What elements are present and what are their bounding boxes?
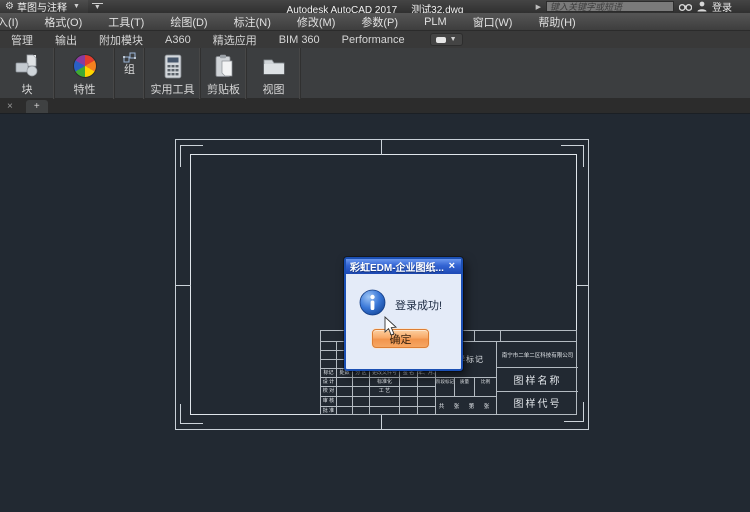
search-arrow-icon[interactable]: ▶ <box>536 3 541 11</box>
drawing-code-cell: 图样代号 <box>497 392 578 413</box>
workspace-switcher[interactable]: ⚙ 草图与注释 ▼ <box>0 0 88 13</box>
panel-views-button[interactable]: 视图 <box>247 48 301 99</box>
tab-addins[interactable]: 附加模块 <box>88 32 154 48</box>
menu-dimension[interactable]: 标注(N) <box>221 14 284 30</box>
frame-tick-top <box>381 139 382 155</box>
frame-tick-right <box>576 285 589 286</box>
file-tab-close-button[interactable]: × <box>0 100 20 113</box>
col-header: 标记 <box>321 369 337 378</box>
corner-mark-tr <box>561 145 584 167</box>
frame-tick-bottom <box>381 414 382 430</box>
row-label: 校 对 <box>321 387 337 397</box>
mass-label: 质量 <box>455 378 475 396</box>
panel-label: 组 <box>124 64 135 76</box>
calculator-icon <box>145 48 200 84</box>
menu-tools[interactable]: 工具(T) <box>95 14 157 30</box>
tab-manage[interactable]: 管理 <box>0 32 44 48</box>
menu-modify[interactable]: 修改(M) <box>284 14 349 30</box>
panel-label: 实用工具 <box>151 84 195 96</box>
menu-bar: 插入(I) 格式(O) 工具(T) 绘图(D) 标注(N) 修改(M) 参数(P… <box>0 13 750 31</box>
color-wheel-icon <box>55 48 114 84</box>
workspace-label: 草图与注释 <box>17 0 67 14</box>
tab-output[interactable]: 输出 <box>44 32 88 48</box>
dialog-title-bar[interactable]: 彩虹EDM-企业图纸... × <box>346 259 461 274</box>
panel-block-button[interactable]: 块 <box>0 48 55 99</box>
title-bar: ⚙ 草图与注释 ▼ ▼ Autodesk AutoCAD 2017测试32.dw… <box>0 0 750 13</box>
panel-label: 块 <box>22 84 33 96</box>
ribbon-display-toggle[interactable]: ▼ <box>430 33 463 46</box>
view-folder-icon <box>247 48 300 84</box>
menu-insert[interactable]: 插入(I) <box>0 14 31 30</box>
ribbon-state-icon <box>436 37 446 43</box>
menu-draw[interactable]: 绘图(D) <box>157 14 220 30</box>
chevron-down-icon: ▼ <box>450 36 457 43</box>
menu-format[interactable]: 格式(O) <box>31 14 95 30</box>
panel-utilities-button[interactable]: 实用工具 <box>145 48 201 99</box>
panel-properties-button[interactable]: 特性 <box>55 48 115 99</box>
row-label: 审 核 <box>321 397 337 407</box>
title-block-right: 南宁市二单二区科技有限公司 图样名称 图样代号 <box>496 342 578 415</box>
company-name-cell: 南宁市二单二区科技有限公司 <box>497 342 578 368</box>
user-icon <box>697 1 707 12</box>
binoculars-icon[interactable] <box>679 2 692 11</box>
scale-label: 比例 <box>475 378 496 396</box>
tab-performance[interactable]: Performance <box>331 34 416 46</box>
ribbon-tab-bar: 管理 输出 附加模块 A360 精选应用 BIM 360 Performance… <box>0 31 750 48</box>
chevron-down-icon: ▼ <box>70 3 83 10</box>
mouse-cursor <box>384 316 398 342</box>
group-icon <box>115 51 144 64</box>
corner-mark-tl <box>180 145 203 167</box>
menu-plm[interactable]: PLM <box>411 16 460 28</box>
row-label: 批 准 <box>321 407 337 415</box>
corner-mark-bl <box>180 404 203 424</box>
close-icon[interactable]: × <box>447 260 457 273</box>
menu-window[interactable]: 窗口(W) <box>460 14 526 30</box>
row-label: 设 计 <box>321 378 337 387</box>
panel-label: 视图 <box>263 84 285 96</box>
dialog-message: 登录成功! <box>395 297 442 313</box>
tab-featured-apps[interactable]: 精选应用 <box>202 32 268 48</box>
panel-label: 剪贴板 <box>207 84 240 96</box>
clipboard-icon <box>201 48 246 84</box>
drawing-name-cell: 图样名称 <box>497 368 578 392</box>
ok-button[interactable]: 确定 <box>372 329 429 348</box>
infocenter: ▶ 登录 <box>536 0 732 13</box>
tab-a360[interactable]: A360 <box>154 34 202 46</box>
ribbon-panels: 块 特性 组 实用工具 剪贴板 <box>0 48 750 99</box>
panel-groups-button[interactable]: 组 <box>115 48 145 99</box>
menu-parametric[interactable]: 参数(P) <box>348 14 411 30</box>
panel-clipboard-button[interactable]: 剪贴板 <box>201 48 247 99</box>
search-input[interactable] <box>546 1 674 12</box>
dialog-title: 彩虹EDM-企业图纸... <box>350 259 447 274</box>
row-label: 工 艺 <box>370 387 400 397</box>
sheet-count-cell: 共 张 第 张 <box>436 397 496 414</box>
stage-mark-label: 阶段标记 <box>436 378 455 396</box>
autocad-window: ⚙ 草图与注释 ▼ ▼ Autodesk AutoCAD 2017测试32.dw… <box>0 0 750 512</box>
tab-bim360[interactable]: BIM 360 <box>268 34 331 46</box>
login-success-dialog: 彩虹EDM-企业图纸... × 登 <box>344 257 463 371</box>
row-label: 标准化 <box>370 378 400 387</box>
dialog-body: 登录成功! 确定 <box>346 274 461 369</box>
qat-overflow-button[interactable]: ▼ <box>92 3 103 11</box>
panel-label: 特性 <box>74 84 96 96</box>
info-icon <box>359 289 386 321</box>
new-drawing-tab-button[interactable]: + <box>26 100 48 113</box>
sign-in-button[interactable]: 登录 <box>712 0 732 14</box>
file-tab-bar: × + <box>0 99 750 114</box>
frame-tick-left <box>175 285 191 286</box>
block-icon <box>0 48 54 84</box>
stage-mark-row: 阶段标记 质量 比例 <box>436 378 496 397</box>
gear-icon: ⚙ <box>5 2 14 12</box>
menu-help[interactable]: 帮助(H) <box>525 14 588 30</box>
